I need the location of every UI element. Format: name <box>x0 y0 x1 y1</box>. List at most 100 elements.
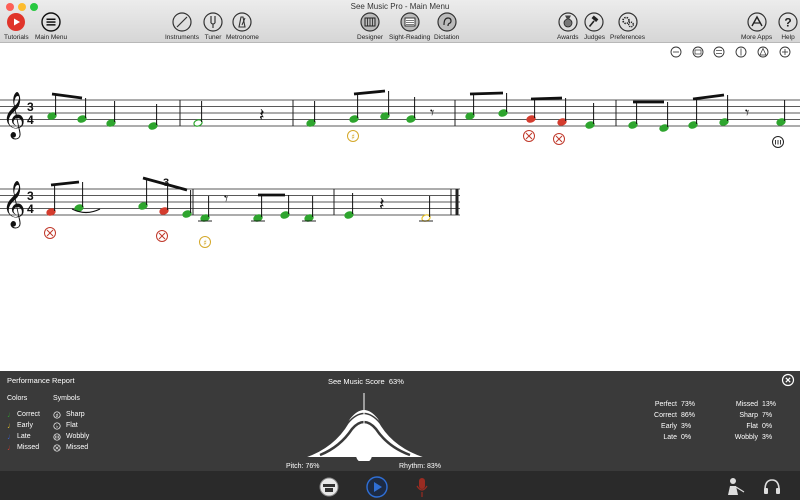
play-button[interactable] <box>366 476 388 498</box>
headphones-icon <box>764 479 780 494</box>
metronome-icon <box>232 12 253 32</box>
legend-color-label: Late <box>17 433 31 440</box>
symbol-label-missed: Missed <box>66 444 89 451</box>
time-sig-top-1: 3 <box>27 100 34 114</box>
stat-value: 0% <box>681 434 692 441</box>
symbol-label-sharp: Sharp <box>66 411 85 418</box>
dictation-button[interactable]: Dictation <box>434 12 459 41</box>
stat-value: 86% <box>681 412 696 419</box>
eighth-rest: 𝄾 <box>430 103 434 122</box>
missed-icon <box>53 444 61 452</box>
sharp-icon: ♯ <box>53 411 61 419</box>
symbols-header: Symbols <box>53 395 80 402</box>
option-icon-5[interactable] <box>757 46 769 58</box>
more-apps-icon <box>746 12 767 32</box>
svg-text:♭: ♭ <box>56 424 58 430</box>
flat-icon: ♭ <box>53 422 61 430</box>
see-music-score-value: 63% <box>388 377 404 386</box>
preferences-button[interactable]: Preferences <box>610 12 645 41</box>
tuner-fork-icon <box>203 12 223 32</box>
designer-button[interactable]: Designer <box>357 12 383 41</box>
metronome-button[interactable]: Metronome <box>226 12 259 41</box>
stat-label: Early <box>661 423 677 430</box>
bottom-control-bar <box>0 471 800 500</box>
sharp-symbol-marker: ♯ <box>199 236 211 248</box>
stat-value: 13% <box>762 401 777 408</box>
time-sig-top-2: 3 <box>27 189 34 203</box>
see-music-score-label: See Music Score 63% <box>328 377 404 386</box>
stat-value: 73% <box>681 401 696 408</box>
sight-reading-button[interactable]: Sight-Reading <box>389 12 430 41</box>
option-icon-3[interactable] <box>713 46 725 58</box>
close-report-button[interactable] <box>781 373 795 387</box>
svg-text:♯: ♯ <box>203 239 207 248</box>
dictation-icon <box>437 12 457 32</box>
legend-color-label: Correct <box>17 411 40 418</box>
option-icon-1[interactable] <box>670 46 682 58</box>
missed-symbol-marker <box>523 130 535 142</box>
stat-value: 0% <box>762 423 773 430</box>
awards-button[interactable]: Awards <box>557 12 579 41</box>
staff-line-group-2 <box>0 188 460 216</box>
symbol-label-wobbly: Wobbly <box>66 433 90 440</box>
listen-button[interactable] <box>318 477 340 497</box>
time-sig-bottom-2: 4 <box>27 202 34 216</box>
stat-value: 7% <box>762 412 773 419</box>
stat-label: Sharp <box>739 412 758 419</box>
wobbly-icon <box>53 433 61 441</box>
eighth-rest: 𝄾 <box>745 103 749 122</box>
record-button[interactable] <box>415 476 429 498</box>
sharp-symbol-marker: ♯ <box>347 130 359 142</box>
help-button[interactable]: ? Help <box>778 12 798 41</box>
gavel-icon <box>584 12 605 32</box>
legend-note-icon: ♩ <box>7 410 15 419</box>
help-icon: ? <box>778 12 798 32</box>
staff-line-group-1 <box>0 99 800 127</box>
wobbly-symbol-marker <box>772 136 784 148</box>
legend-color-label: Missed <box>17 444 40 451</box>
barlines <box>179 100 617 215</box>
option-icon-6[interactable] <box>779 46 791 58</box>
time-sig-bottom-1: 4 <box>27 113 34 127</box>
judges-button[interactable]: Judges <box>584 12 605 41</box>
missed-symbol-marker <box>553 133 565 145</box>
sight-reading-icon <box>399 12 420 32</box>
rhythm-score: Rhythm: 83% <box>399 463 442 470</box>
music-staff: 𝄞 𝄞 3 4 3 4 3 𝄽 𝄾 𝄾 <box>0 89 800 248</box>
youtube-icon <box>7 13 26 31</box>
toolbar: See Music Pro - Main Menu Tutorials Main… <box>0 0 800 43</box>
stat-label: Wobbly <box>734 434 758 441</box>
tuner-button[interactable]: Tuner <box>203 12 223 41</box>
legend-note-icon: ♩ <box>7 443 15 452</box>
quarter-rest: 𝄽 <box>379 194 385 215</box>
instruments-icon <box>172 12 192 32</box>
stat-value: 3% <box>681 423 692 430</box>
legend-color-label: Early <box>17 422 33 429</box>
menu-icon <box>41 12 61 32</box>
eighth-rest: 𝄾 <box>224 189 228 208</box>
svg-text:♯: ♯ <box>351 133 355 142</box>
gears-icon <box>617 12 638 32</box>
treble-clef-2: 𝄞 <box>2 181 26 229</box>
missed-symbol-marker <box>156 230 168 242</box>
instruments-button[interactable]: Instruments <box>165 12 199 41</box>
svg-text:?: ? <box>784 16 791 30</box>
legend-note-icon: ♩ <box>7 432 15 441</box>
legend-note-icon: ♩ <box>7 421 15 430</box>
stat-label: Late <box>663 434 677 441</box>
main-menu-button[interactable]: Main Menu <box>35 12 67 41</box>
score-options-bar <box>670 46 791 58</box>
quarter-rest: 𝄽 <box>259 105 265 126</box>
stat-label: Perfect <box>654 401 677 408</box>
headphones-button[interactable] <box>762 477 782 497</box>
option-icon-4[interactable] <box>735 46 747 58</box>
score-gauge <box>304 393 426 461</box>
conductor-button[interactable] <box>724 477 746 497</box>
more-apps-button[interactable]: More Apps <box>741 12 772 41</box>
conductor-icon <box>728 478 745 495</box>
score-area: 𝄞 𝄞 3 4 3 4 3 𝄽 𝄾 𝄾 <box>0 44 800 371</box>
stat-label: Correct <box>654 412 677 419</box>
colors-header: Colors <box>7 395 28 402</box>
option-icon-2[interactable] <box>692 46 704 58</box>
tutorials-button[interactable]: Tutorials <box>4 12 29 41</box>
